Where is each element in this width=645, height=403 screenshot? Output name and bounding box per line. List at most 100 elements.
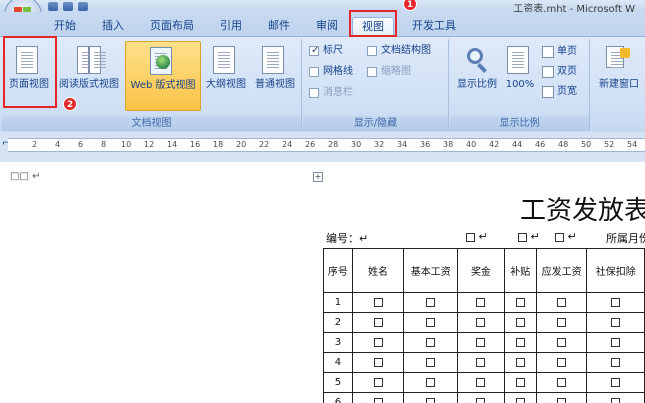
web-layout-button[interactable]: Web 版式视图 — [125, 41, 201, 111]
table-header-cell: 社保扣除 — [586, 248, 645, 293]
redo-icon[interactable] — [78, 1, 88, 11]
thumbnails-checkbox: 缩略图 — [367, 65, 411, 79]
step-badge-2: 2 — [63, 97, 77, 111]
tab-insert[interactable]: 插入 — [94, 17, 132, 36]
table-cell[interactable] — [457, 312, 505, 333]
group-label-show-hide: 显示/隐藏 — [303, 116, 448, 131]
two-pages-button[interactable]: 双页 — [542, 65, 577, 79]
table-cell[interactable] — [535, 292, 588, 313]
table-cell[interactable] — [403, 392, 459, 403]
outline-view-button[interactable]: 大纲视图 — [202, 41, 250, 111]
document-canvas[interactable]: □□ ↵ + 工资发放表 编号：↵ ↵ ↵ ↵ 所属月份 序号 姓名 基本工资 … — [0, 162, 645, 403]
group-label-document-views: 文档视图 — [2, 116, 301, 131]
draft-view-button[interactable]: 普通视图 — [250, 41, 300, 111]
zoom-100-button[interactable]: 100% — [502, 41, 538, 111]
table-cell[interactable] — [457, 292, 505, 313]
table-cell[interactable] — [586, 392, 645, 403]
table-cell[interactable] — [503, 292, 537, 313]
document-map-checkbox[interactable]: 文档结构图 — [367, 44, 431, 58]
ribbon: 页面视图 阅读版式视图 Web 版式视图 大纲视图 普通视图 文档视图 ✓ 标尺… — [0, 36, 645, 132]
table-header-cell: 基本工资 — [403, 248, 459, 293]
table-cell[interactable] — [586, 372, 645, 393]
highlight-page-view-button — [3, 36, 57, 108]
ribbon-tab-strip: 开始 插入 页面布局 引用 邮件 审阅 视图 开发工具 — [0, 12, 645, 36]
two-pages-icon — [542, 66, 554, 78]
table-move-handle-icon[interactable]: + — [313, 172, 323, 182]
table-cell[interactable] — [535, 372, 588, 393]
save-icon[interactable] — [48, 1, 58, 11]
row-number: 2 — [323, 312, 353, 333]
highlight-view-tab — [349, 10, 397, 37]
outline-view-icon — [213, 46, 239, 76]
table-cell[interactable] — [535, 352, 588, 373]
table-cell[interactable] — [351, 352, 405, 373]
table-cell[interactable] — [503, 352, 537, 373]
reading-layout-icon — [76, 46, 106, 76]
zoom-button[interactable]: 显示比例 — [452, 41, 502, 111]
ruler-area: ⌐ 2 4 6 8 10 12 14 16 18 20 22 24 26 28 … — [0, 132, 645, 162]
table-cell[interactable] — [535, 312, 588, 333]
tab-page-layout[interactable]: 页面布局 — [142, 17, 202, 36]
table-row: 5 — [323, 372, 645, 393]
table-cell[interactable] — [351, 312, 405, 333]
table-cell[interactable] — [457, 332, 505, 353]
ruler-checkbox[interactable]: 标尺 — [309, 44, 343, 58]
document-title: 工资发放表 — [520, 196, 645, 226]
tab-developer[interactable]: 开发工具 — [404, 17, 464, 36]
header-marks: □□ ↵ — [10, 171, 41, 182]
group-label-zoom: 显示比例 — [450, 116, 589, 131]
meta-checkbox-3: ↵ — [555, 230, 577, 243]
draft-view-icon — [262, 46, 288, 76]
table-cell[interactable] — [403, 372, 459, 393]
table-row: 4 — [323, 352, 645, 373]
tab-review[interactable]: 审阅 — [308, 17, 346, 36]
table-cell[interactable] — [503, 392, 537, 403]
table-row: 3 — [323, 332, 645, 353]
table-cell[interactable] — [586, 352, 645, 373]
checkbox-icon — [309, 88, 319, 98]
group-show-hide: 标尺 文档结构图 网格线 缩略图 消息栏 显示/隐藏 — [303, 39, 449, 131]
table-header-cell: 补贴 — [503, 248, 537, 293]
table-cell[interactable] — [586, 312, 645, 333]
table-cell[interactable] — [503, 312, 537, 333]
gridlines-checkbox[interactable]: 网格线 — [309, 65, 353, 79]
page-width-button[interactable]: 页宽 — [542, 85, 577, 99]
table-cell[interactable] — [403, 332, 459, 353]
table-cell[interactable] — [503, 372, 537, 393]
row-number: 5 — [323, 372, 353, 393]
meta-checkbox-1: ↵ — [466, 230, 488, 243]
tab-references[interactable]: 引用 — [212, 17, 250, 36]
table-row: 6 — [323, 392, 645, 403]
table-cell[interactable] — [351, 392, 405, 403]
table-header-cell: 姓名 — [351, 248, 405, 293]
new-window-button[interactable]: 新建窗口 — [593, 41, 645, 111]
undo-icon[interactable] — [63, 1, 73, 11]
table-header-row: 序号 姓名 基本工资 奖金 补贴 应发工资 社保扣除 — [323, 248, 645, 293]
table-cell[interactable] — [457, 372, 505, 393]
table-cell[interactable] — [503, 332, 537, 353]
table-cell[interactable] — [457, 352, 505, 373]
table-cell[interactable] — [586, 292, 645, 313]
table-cell[interactable] — [351, 292, 405, 313]
tab-mailings[interactable]: 邮件 — [260, 17, 298, 36]
row-number: 4 — [323, 352, 353, 373]
salary-table: 序号 姓名 基本工资 奖金 补贴 应发工资 社保扣除 1 2 3 4 5 6 — [323, 248, 645, 403]
one-page-icon — [542, 46, 554, 58]
tab-home[interactable]: 开始 — [46, 17, 84, 36]
table-cell[interactable] — [535, 392, 588, 403]
table-cell[interactable] — [351, 372, 405, 393]
table-header-cell: 奖金 — [457, 248, 505, 293]
meta-checkbox-2: ↵ — [518, 230, 540, 243]
table-cell[interactable] — [403, 292, 459, 313]
table-cell[interactable] — [351, 332, 405, 353]
row-number: 6 — [323, 392, 353, 403]
table-cell[interactable] — [586, 332, 645, 353]
table-cell[interactable] — [403, 352, 459, 373]
horizontal-ruler[interactable]: 2 4 6 8 10 12 14 16 18 20 22 24 26 28 30… — [8, 138, 645, 152]
quick-access-toolbar — [48, 0, 88, 12]
table-cell[interactable] — [535, 332, 588, 353]
table-cell[interactable] — [457, 392, 505, 403]
table-cell[interactable] — [403, 312, 459, 333]
row-number: 1 — [323, 292, 353, 313]
one-page-button[interactable]: 单页 — [542, 45, 577, 59]
